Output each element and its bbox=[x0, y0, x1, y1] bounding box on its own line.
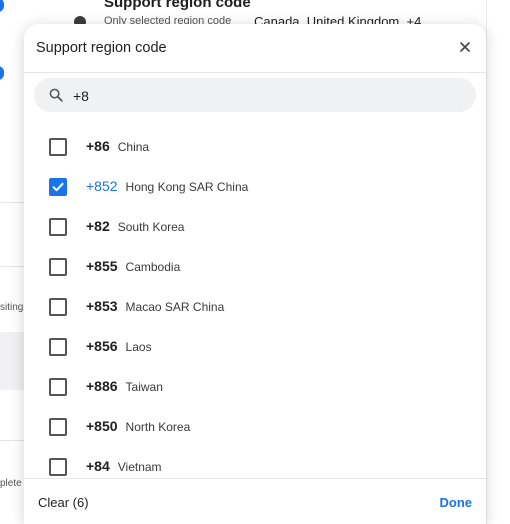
region-code: +82 bbox=[86, 218, 110, 234]
background-side-text: plete bbox=[0, 478, 22, 489]
search-box bbox=[34, 78, 476, 112]
country-name: Hong Kong SAR China bbox=[125, 180, 249, 194]
list-item[interactable]: +82 South Korea bbox=[24, 206, 486, 246]
background-section-band bbox=[0, 332, 26, 390]
done-button[interactable]: Done bbox=[440, 495, 473, 510]
divider bbox=[0, 202, 26, 203]
region-code: +84 bbox=[86, 458, 110, 474]
country-name: Macao SAR China bbox=[125, 300, 225, 314]
region-code: +850 bbox=[86, 418, 118, 434]
list-item[interactable]: +855 Cambodia bbox=[24, 246, 486, 286]
region-code-label: +850 North Korea bbox=[86, 418, 190, 434]
checkbox[interactable] bbox=[49, 298, 67, 316]
region-code: +853 bbox=[86, 298, 118, 314]
radio-selected-icon[interactable] bbox=[0, 66, 4, 80]
background-side-text: siting bbox=[0, 302, 24, 313]
checkmark-icon bbox=[52, 182, 64, 192]
checkbox-checked[interactable] bbox=[49, 178, 67, 196]
checkbox[interactable] bbox=[49, 138, 67, 156]
list-item[interactable]: +853 Macao SAR China bbox=[24, 286, 486, 326]
country-name: Cambodia bbox=[125, 260, 181, 274]
country-name: China bbox=[117, 140, 150, 154]
dialog-header: Support region code bbox=[24, 24, 486, 73]
region-code-label: +86 China bbox=[86, 138, 149, 154]
checkbox[interactable] bbox=[49, 258, 67, 276]
list-item[interactable]: +852 Hong Kong SAR China bbox=[24, 166, 486, 206]
checkbox[interactable] bbox=[49, 218, 67, 236]
background-edge bbox=[486, 0, 487, 524]
region-code: +856 bbox=[86, 338, 118, 354]
region-code: +86 bbox=[86, 138, 110, 154]
background-setting-title: Support region code bbox=[104, 0, 251, 11]
region-code-label: +853 Macao SAR China bbox=[86, 298, 224, 314]
region-code: +852 bbox=[86, 178, 118, 194]
region-code-label: +856 Laos bbox=[86, 338, 152, 354]
country-name: Vietnam bbox=[117, 460, 162, 474]
checkbox[interactable] bbox=[49, 458, 67, 476]
region-code: +886 bbox=[86, 378, 118, 394]
clear-button[interactable]: Clear (6) bbox=[38, 495, 89, 510]
page: Support region code Only selected region… bbox=[0, 0, 510, 524]
country-name: Laos bbox=[125, 340, 152, 354]
region-code: +855 bbox=[86, 258, 118, 274]
search-input[interactable] bbox=[71, 84, 465, 108]
list-item[interactable]: +84 Vietnam bbox=[24, 446, 486, 478]
region-code-dialog: Support region code +86 China +852 Hong Kon… bbox=[24, 24, 486, 524]
list-item[interactable]: +886 Taiwan bbox=[24, 366, 486, 406]
dialog-title: Support region code bbox=[36, 40, 167, 56]
country-name: North Korea bbox=[125, 420, 191, 434]
close-icon[interactable] bbox=[456, 38, 474, 56]
checkbox[interactable] bbox=[49, 418, 67, 436]
region-code-list: +86 China +852 Hong Kong SAR China +82 South … bbox=[24, 126, 486, 478]
region-code-label: +852 Hong Kong SAR China bbox=[86, 178, 248, 194]
checkbox[interactable] bbox=[49, 338, 67, 356]
region-code-label: +855 Cambodia bbox=[86, 258, 180, 274]
checkbox[interactable] bbox=[49, 378, 67, 396]
region-code-label: +886 Taiwan bbox=[86, 378, 163, 394]
region-code-label: +84 Vietnam bbox=[86, 458, 162, 474]
region-code-label: +82 South Korea bbox=[86, 218, 184, 234]
list-item[interactable]: +850 North Korea bbox=[24, 406, 486, 446]
dialog-footer: Clear (6) Done bbox=[24, 478, 486, 524]
country-name: South Korea bbox=[117, 220, 185, 234]
search-icon bbox=[49, 88, 63, 102]
divider bbox=[0, 440, 26, 441]
radio-selected-icon[interactable] bbox=[0, 0, 4, 12]
list-item[interactable]: +856 Laos bbox=[24, 326, 486, 366]
list-item[interactable]: +86 China bbox=[24, 126, 486, 166]
country-name: Taiwan bbox=[125, 380, 163, 394]
divider bbox=[0, 266, 26, 267]
